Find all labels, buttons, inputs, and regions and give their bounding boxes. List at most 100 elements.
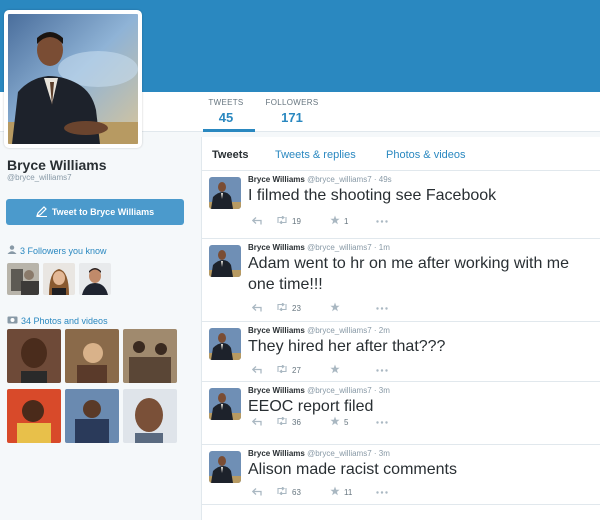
tweet-author-name[interactable]: Bryce Williams [248, 243, 305, 252]
tweet-to-button[interactable]: Tweet to Bryce Williams [6, 199, 184, 225]
tweets-stat-value: 45 [218, 110, 234, 125]
favorite-button[interactable] [330, 302, 376, 314]
tweets-stat-label: TWEETS [208, 98, 244, 107]
tweets-stat[interactable]: TWEETS 45 [207, 98, 245, 125]
tweet-avatar[interactable] [209, 245, 241, 277]
profile-avatar[interactable] [4, 10, 142, 148]
tweet-handle-time: @bryce_williams7 · 3m [307, 449, 390, 458]
retweet-icon [276, 486, 288, 497]
more-options-icon[interactable] [376, 306, 388, 310]
follower-avatar[interactable] [7, 263, 39, 295]
tweet-item[interactable]: Bryce Williams @bryce_williams7 · 49s I … [201, 171, 600, 239]
tweet-actions: 27 [252, 364, 388, 376]
follower-avatar[interactable] [43, 263, 75, 295]
star-icon [330, 302, 340, 314]
photo-thumbnail[interactable] [123, 389, 177, 443]
timeline-tabs: Tweets Tweets & replies Photos & videos [202, 137, 600, 171]
retweet-button[interactable]: 27 [276, 364, 330, 375]
retweet-button[interactable]: 19 [276, 215, 330, 226]
star-icon [330, 215, 340, 227]
tweet-to-label: Tweet to Bryce Williams [51, 207, 155, 217]
tweet-handle-time: @bryce_williams7 · 49s [307, 175, 392, 184]
tweet-avatar[interactable] [209, 388, 241, 420]
more-options-icon[interactable] [376, 219, 388, 223]
photo-thumbnail[interactable] [65, 329, 119, 383]
retweet-count: 23 [292, 303, 301, 313]
tweet-meta: Bryce Williams @bryce_williams7 · 2m [248, 326, 390, 335]
favorite-count: 11 [344, 487, 353, 497]
favorite-button[interactable]: 5 [330, 416, 376, 428]
tweet-actions: 19 1 [252, 215, 388, 227]
tweet-item[interactable]: Bryce Williams @bryce_williams7 · 2m The… [201, 322, 600, 382]
tweet-text: They hired her after that??? [248, 338, 446, 355]
compose-icon [35, 205, 48, 219]
favorite-button[interactable]: 1 [330, 215, 376, 227]
follower-avatar[interactable] [79, 263, 111, 295]
retweet-count: 19 [292, 216, 301, 226]
tweet-meta: Bryce Williams @bryce_williams7 · 3m [248, 449, 390, 458]
favorite-count: 5 [344, 417, 349, 427]
star-icon [330, 416, 340, 428]
photo-thumbnail[interactable] [123, 329, 177, 383]
tab-photos-videos[interactable]: Photos & videos [386, 149, 466, 161]
tweet-actions: 36 5 [252, 416, 388, 428]
retweet-button[interactable]: 63 [276, 486, 330, 497]
followers-you-know-label: 3 Followers you know [20, 245, 107, 256]
followers-stat[interactable]: FOLLOWERS 171 [262, 98, 322, 125]
tweet-author-name[interactable]: Bryce Williams [248, 175, 305, 184]
retweet-button[interactable]: 36 [276, 416, 330, 427]
retweet-icon [276, 364, 288, 375]
tweet-item[interactable]: Bryce Williams @bryce_williams7 · 3m EEO… [201, 382, 600, 445]
tab-tweets-replies[interactable]: Tweets & replies [275, 149, 356, 161]
followers-stat-label: FOLLOWERS [265, 98, 319, 107]
profile-name: Bryce Williams [7, 157, 107, 173]
photo-thumbnail[interactable] [7, 329, 61, 383]
tweet-meta: Bryce Williams @bryce_williams7 · 1m [248, 243, 390, 252]
photos-videos-label: 34 Photos and videos [21, 315, 108, 326]
more-options-icon[interactable] [376, 490, 388, 494]
retweet-count: 63 [292, 487, 301, 497]
reply-icon[interactable] [252, 488, 276, 496]
reply-icon[interactable] [252, 304, 276, 312]
tweet-avatar[interactable] [209, 451, 241, 483]
more-options-icon[interactable] [376, 368, 388, 372]
reply-icon[interactable] [252, 418, 276, 426]
tweet-item[interactable]: Bryce Williams @bryce_williams7 · 3m Ali… [201, 445, 600, 505]
tweet-handle-time: @bryce_williams7 · 2m [307, 326, 390, 335]
tweet-avatar[interactable] [209, 328, 241, 360]
more-options-icon[interactable] [376, 420, 388, 424]
retweet-button[interactable]: 23 [276, 302, 330, 313]
followers-stat-value: 171 [281, 110, 303, 125]
tweet-handle-time: @bryce_williams7 · 3m [307, 386, 390, 395]
star-icon [330, 364, 340, 376]
tweet-author-name[interactable]: Bryce Williams [248, 386, 305, 395]
tweet-handle-time: @bryce_williams7 · 1m [307, 243, 390, 252]
favorite-button[interactable] [330, 364, 376, 376]
person-icon [7, 245, 17, 256]
tweet-meta: Bryce Williams @bryce_williams7 · 3m [248, 386, 390, 395]
active-stat-underline [203, 129, 255, 132]
photos-videos-link[interactable]: 34 Photos and videos [7, 315, 108, 326]
favorite-count: 1 [344, 216, 349, 226]
retweet-count: 36 [292, 417, 301, 427]
favorite-button[interactable]: 11 [330, 486, 376, 498]
tweet-text: Alison made racist comments [248, 461, 457, 478]
tweet-meta: Bryce Williams @bryce_williams7 · 49s [248, 175, 392, 184]
tweet-author-name[interactable]: Bryce Williams [248, 449, 305, 458]
tweet-author-name[interactable]: Bryce Williams [248, 326, 305, 335]
tweet-item[interactable]: Bryce Williams @bryce_williams7 · 1m Ada… [201, 239, 600, 322]
tweet-text: Adam went to hr on me after working with… [248, 255, 570, 293]
followers-you-know-link[interactable]: 3 Followers you know [7, 245, 107, 256]
reply-icon[interactable] [252, 217, 276, 225]
photo-thumbnail[interactable] [7, 389, 61, 443]
tweet-text: I filmed the shooting see Facebook [248, 187, 497, 204]
retweet-icon [276, 416, 288, 427]
retweet-icon [276, 302, 288, 313]
tweet-actions: 63 11 [252, 486, 388, 498]
retweet-icon [276, 215, 288, 226]
tab-tweets[interactable]: Tweets [212, 149, 248, 161]
tweet-avatar[interactable] [209, 177, 241, 209]
photo-thumbnail[interactable] [65, 389, 119, 443]
profile-handle[interactable]: @bryce_williams7 [7, 173, 72, 182]
reply-icon[interactable] [252, 366, 276, 374]
